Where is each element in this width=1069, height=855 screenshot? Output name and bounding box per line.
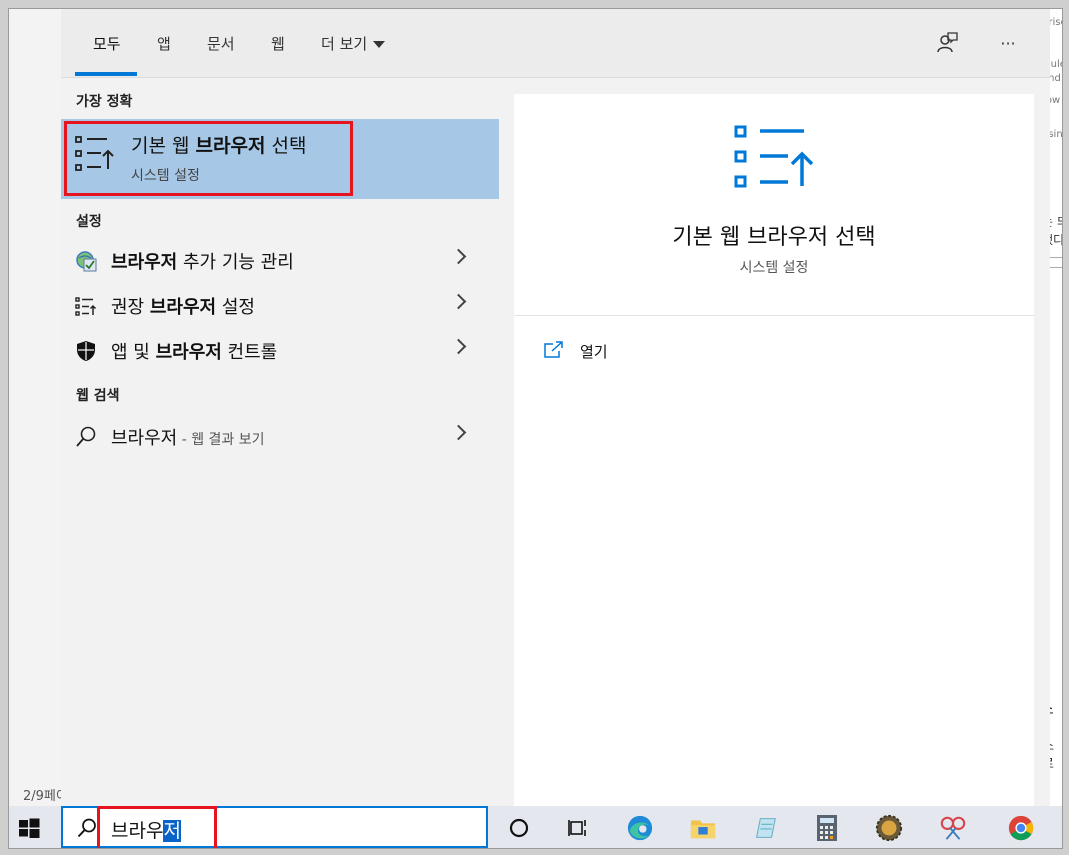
task-view-button[interactable]	[564, 814, 592, 842]
label-bold: 브라우저	[111, 252, 178, 273]
open-action[interactable]: 열기	[544, 337, 744, 367]
chevron-right-icon	[450, 248, 467, 265]
web-search-query: 브라우저	[111, 428, 178, 449]
best-match-title: 기본 웹 브라우저 선택	[131, 131, 306, 158]
default-browser-icon	[75, 136, 114, 171]
settings-heading: 설정	[76, 214, 102, 230]
web-search-label: 브라우저 - 웹 결과 보기	[111, 424, 265, 450]
active-tab-indicator	[75, 72, 137, 76]
search-typed-text: 브라우	[111, 820, 164, 842]
task-view-icon	[568, 820, 586, 836]
label-pre: 앱 및	[111, 342, 156, 363]
settings-item-label: 권장 브라우저 설정	[111, 293, 255, 319]
title-bold: 브라우저	[195, 135, 266, 157]
tab-all[interactable]: 모두	[93, 33, 121, 54]
background-sidebar	[9, 9, 62, 807]
results-list: 가장 정확 기본 웹 브라우저 선택 시스템 설정 설정 브라우저 추가 기능 …	[61, 78, 499, 806]
best-match-heading: 가장 정확	[76, 94, 133, 110]
label-post: 컨트롤	[221, 342, 278, 363]
label-post: 설정	[216, 297, 255, 318]
default-browser-icon	[734, 125, 814, 188]
best-match-item[interactable]: 기본 웹 브라우저 선택 시스템 설정	[61, 119, 499, 199]
internet-options-icon	[76, 251, 97, 272]
detail-header: 기본 웹 브라우저 선택 시스템 설정	[514, 94, 1034, 316]
chevron-down-icon	[373, 41, 386, 48]
settings-item-addons[interactable]: 브라우저 추가 기능 관리	[61, 238, 499, 282]
taskbar: 브라우저	[9, 806, 1062, 848]
file-explorer-button[interactable]	[689, 814, 717, 842]
web-search-suffix: - 웹 결과 보기	[177, 432, 265, 448]
snipping-tool-icon	[940, 816, 966, 840]
web-search-heading: 웹 검색	[76, 388, 120, 404]
search-composing-char: 저	[163, 820, 181, 842]
tab-more[interactable]: 더 보기	[321, 33, 386, 54]
label-bold: 브라우저	[149, 297, 217, 318]
notepad-button[interactable]	[751, 814, 779, 842]
chrome-icon	[1008, 815, 1034, 841]
app-badge-button[interactable]	[875, 814, 903, 842]
screen: 2/9페이 prise Mule and row usin 는 듸 했디 스 스…	[8, 8, 1063, 849]
tab-apps[interactable]: 앱	[157, 33, 171, 54]
tab-more-label: 더 보기	[321, 35, 368, 53]
notepad-icon	[756, 818, 776, 838]
edge-button[interactable]	[626, 814, 654, 842]
detail-title: 기본 웹 브라우저 선택	[672, 225, 876, 250]
open-label: 열기	[580, 343, 608, 361]
detail-subtitle: 시스템 설정	[739, 260, 809, 276]
settings-item-label: 앱 및 브라우저 컨트롤	[111, 338, 277, 364]
settings-item-recommended[interactable]: 권장 브라우저 설정	[61, 283, 499, 327]
cortana-icon	[509, 818, 529, 838]
taskbar-search-box[interactable]: 브라우저	[61, 806, 488, 848]
chevron-right-icon	[450, 338, 467, 355]
search-input[interactable]: 브라우저	[111, 816, 181, 843]
title-prefix: 기본 웹	[131, 135, 196, 157]
ellipsis-icon: ···	[1000, 33, 1016, 53]
label-bold: 브라우저	[155, 342, 222, 363]
file-explorer-icon	[690, 820, 716, 839]
search-tabs: 모두 앱 문서 웹 더 보기 ···	[61, 9, 1050, 78]
tab-documents[interactable]: 문서	[207, 33, 235, 54]
snipping-tool-button[interactable]	[939, 814, 967, 842]
app-badge-icon	[875, 814, 903, 842]
settings-item-label: 브라우저 추가 기능 관리	[111, 248, 294, 274]
label-post: 추가 기능 관리	[177, 252, 294, 273]
open-external-icon	[544, 341, 563, 358]
label-pre: 권장	[111, 297, 150, 318]
chevron-right-icon	[450, 293, 467, 310]
screenshot-frame: 2/9페이 prise Mule and row usin 는 듸 했디 스 스…	[0, 0, 1069, 855]
feedback-icon	[937, 32, 958, 53]
edge-icon	[627, 815, 653, 841]
cortana-button[interactable]	[505, 814, 533, 842]
chrome-button[interactable]	[1007, 814, 1035, 842]
calculator-icon	[817, 815, 837, 841]
tab-web[interactable]: 웹	[271, 33, 285, 54]
settings-item-app-browser-control[interactable]: 앱 및 브라우저 컨트롤	[61, 328, 499, 372]
list-settings-icon	[75, 297, 97, 316]
best-match-subtitle: 시스템 설정	[131, 168, 200, 184]
start-search-panel: 모두 앱 문서 웹 더 보기 ··· 가장 정확 기본 웹 브라우저 선택 시스…	[61, 9, 1050, 806]
feedback-button[interactable]	[931, 27, 963, 59]
chevron-right-icon	[450, 424, 467, 441]
more-options-button[interactable]: ···	[992, 27, 1024, 59]
search-icon	[76, 426, 96, 447]
calculator-button[interactable]	[813, 814, 841, 842]
title-suffix: 선택	[265, 135, 307, 157]
windows-start-icon[interactable]	[15, 814, 43, 842]
detail-pane: 기본 웹 브라우저 선택 시스템 설정 열기	[514, 94, 1034, 806]
shield-icon	[77, 341, 95, 361]
search-icon	[77, 818, 96, 838]
web-search-result[interactable]: 브라우저 - 웹 결과 보기	[61, 414, 499, 458]
